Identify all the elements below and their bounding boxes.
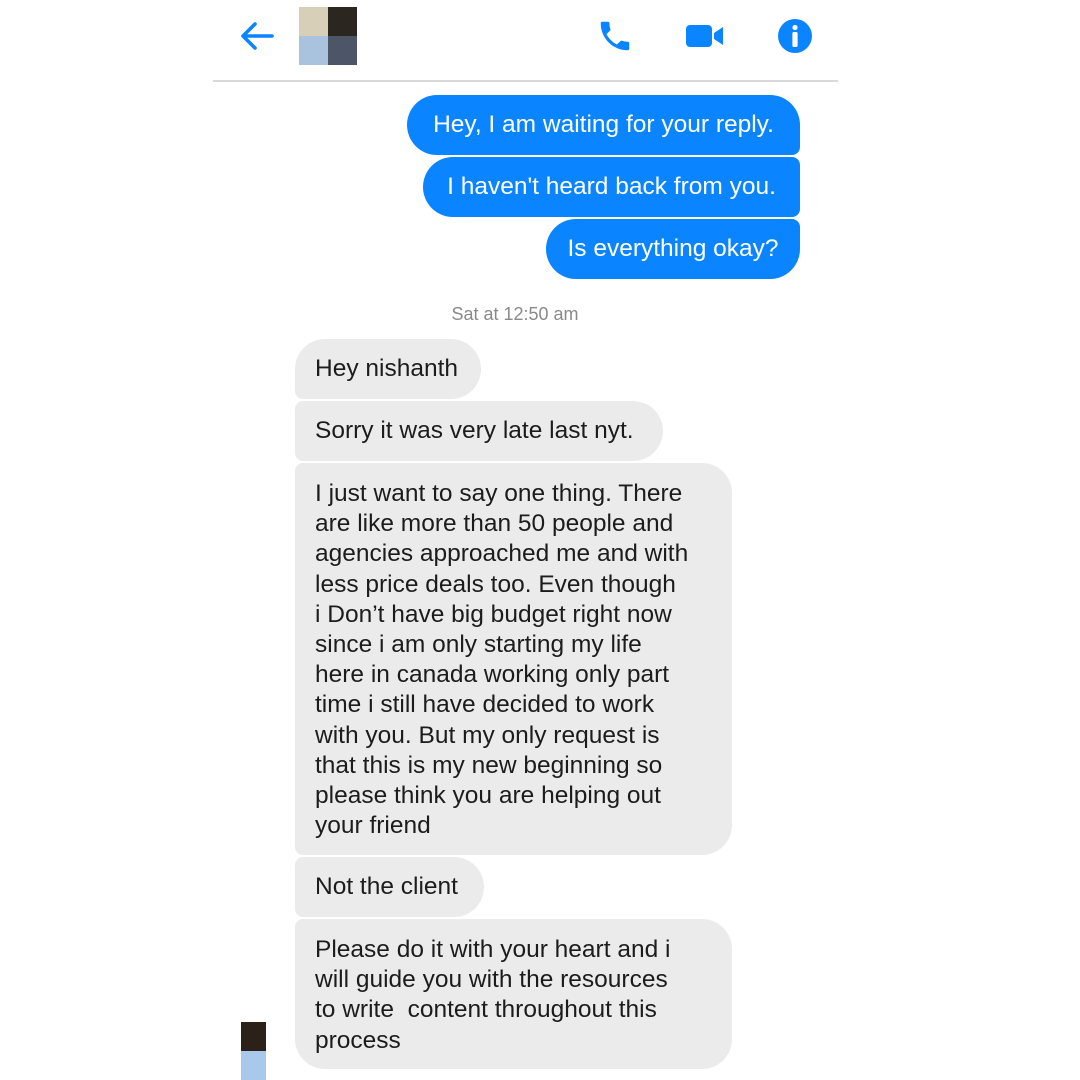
contact-avatar[interactable] bbox=[299, 7, 357, 65]
video-camera-icon[interactable] bbox=[681, 14, 729, 58]
chat-screen: Hey, I am waiting for your reply. I have… bbox=[0, 0, 1080, 1080]
chat-header bbox=[213, 0, 838, 82]
incoming-message[interactable]: Not the client bbox=[295, 857, 484, 917]
incoming-message[interactable]: Please do it with your heart and i will … bbox=[295, 919, 732, 1069]
outgoing-message[interactable]: I haven't heard back from you. bbox=[423, 157, 800, 217]
incoming-message[interactable]: Hey nishanth bbox=[295, 339, 481, 399]
outgoing-message[interactable]: Hey, I am waiting for your reply. bbox=[407, 95, 800, 155]
sender-avatar[interactable] bbox=[241, 1022, 291, 1080]
incoming-message[interactable]: Sorry it was very late last nyt. bbox=[295, 401, 663, 461]
message-timestamp: Sat at 12:50 am bbox=[451, 304, 579, 324]
phone-icon[interactable] bbox=[593, 14, 637, 58]
outgoing-message[interactable]: Is everything okay? bbox=[546, 219, 800, 279]
incoming-message[interactable]: I just want to say one thing. There are … bbox=[295, 463, 732, 855]
info-icon[interactable] bbox=[773, 14, 817, 58]
arrow-left-icon[interactable] bbox=[237, 16, 277, 56]
